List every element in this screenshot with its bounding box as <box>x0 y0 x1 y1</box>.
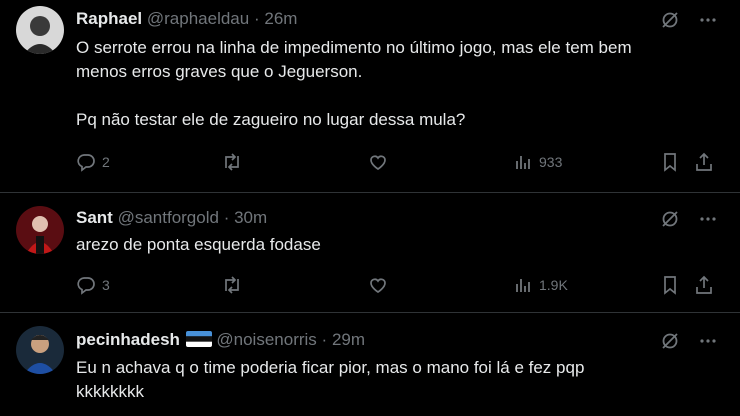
views-icon <box>513 275 533 295</box>
views-icon <box>513 152 533 172</box>
reply-icon <box>76 152 96 172</box>
tweet-2[interactable]: Sant @santforgold · 30m arezo de ponta e… <box>0 193 740 311</box>
timestamp[interactable]: 29m <box>332 330 365 349</box>
repost-button[interactable] <box>221 275 249 295</box>
reply-count: 3 <box>102 277 110 293</box>
timestamp[interactable]: 26m <box>264 9 297 28</box>
like-button[interactable] <box>368 152 394 172</box>
estonia-flag <box>185 331 212 347</box>
author-handle[interactable]: @santforgold <box>118 208 219 227</box>
share-icon <box>694 152 714 172</box>
author-handle[interactable]: @raphaeldau <box>147 9 249 28</box>
views-count: 933 <box>539 154 563 170</box>
avatar[interactable] <box>16 6 64 54</box>
tweet-text: Eu n achava q o time poderia ficar pior,… <box>76 358 585 401</box>
tweet-1[interactable]: Raphael @raphaeldau · 26m O serrote erro… <box>0 0 740 192</box>
author-name[interactable]: pecinhadesh <box>76 330 180 349</box>
repost-icon <box>221 152 243 172</box>
share-button[interactable] <box>694 152 714 172</box>
author-name[interactable]: Sant <box>76 208 113 227</box>
share-icon <box>694 275 714 295</box>
reply-button[interactable]: 3 <box>76 275 110 295</box>
like-icon <box>368 275 388 295</box>
separator: · <box>223 208 230 227</box>
more-icon[interactable] <box>698 209 718 234</box>
reply-icon <box>76 275 96 295</box>
bookmark-button[interactable] <box>660 275 680 295</box>
share-button[interactable] <box>694 275 714 295</box>
views-count: 1.9K <box>539 277 568 293</box>
grok-icon[interactable] <box>660 331 680 356</box>
like-icon <box>368 152 388 172</box>
reply-count: 2 <box>102 154 110 170</box>
author-name[interactable]: Raphael <box>76 9 142 28</box>
avatar[interactable] <box>16 326 64 374</box>
timestamp[interactable]: 30m <box>234 208 267 227</box>
views-button[interactable]: 1.9K <box>513 275 568 295</box>
bookmark-icon <box>660 152 680 172</box>
like-button[interactable] <box>368 275 394 295</box>
grok-icon[interactable] <box>660 209 680 234</box>
separator: · <box>253 9 260 28</box>
grok-icon[interactable] <box>660 10 680 35</box>
more-icon[interactable] <box>698 331 718 356</box>
views-button[interactable]: 933 <box>513 152 562 172</box>
author-handle[interactable]: @noisenorris <box>216 330 316 349</box>
bookmark-icon <box>660 275 680 295</box>
more-icon[interactable] <box>698 10 718 35</box>
bookmark-button[interactable] <box>660 152 680 172</box>
tweet-3[interactable]: pecinhadesh @noisenorris · 29m Eu n acha… <box>0 313 740 416</box>
tweet-text: O serrote errou na linha de impedimento … <box>76 38 632 129</box>
avatar[interactable] <box>16 206 64 254</box>
reply-button[interactable]: 2 <box>76 152 110 172</box>
separator: · <box>321 330 328 349</box>
tweet-text: arezo de ponta esquerda fodase <box>76 235 321 254</box>
repost-icon <box>221 275 243 295</box>
repost-button[interactable] <box>221 152 249 172</box>
